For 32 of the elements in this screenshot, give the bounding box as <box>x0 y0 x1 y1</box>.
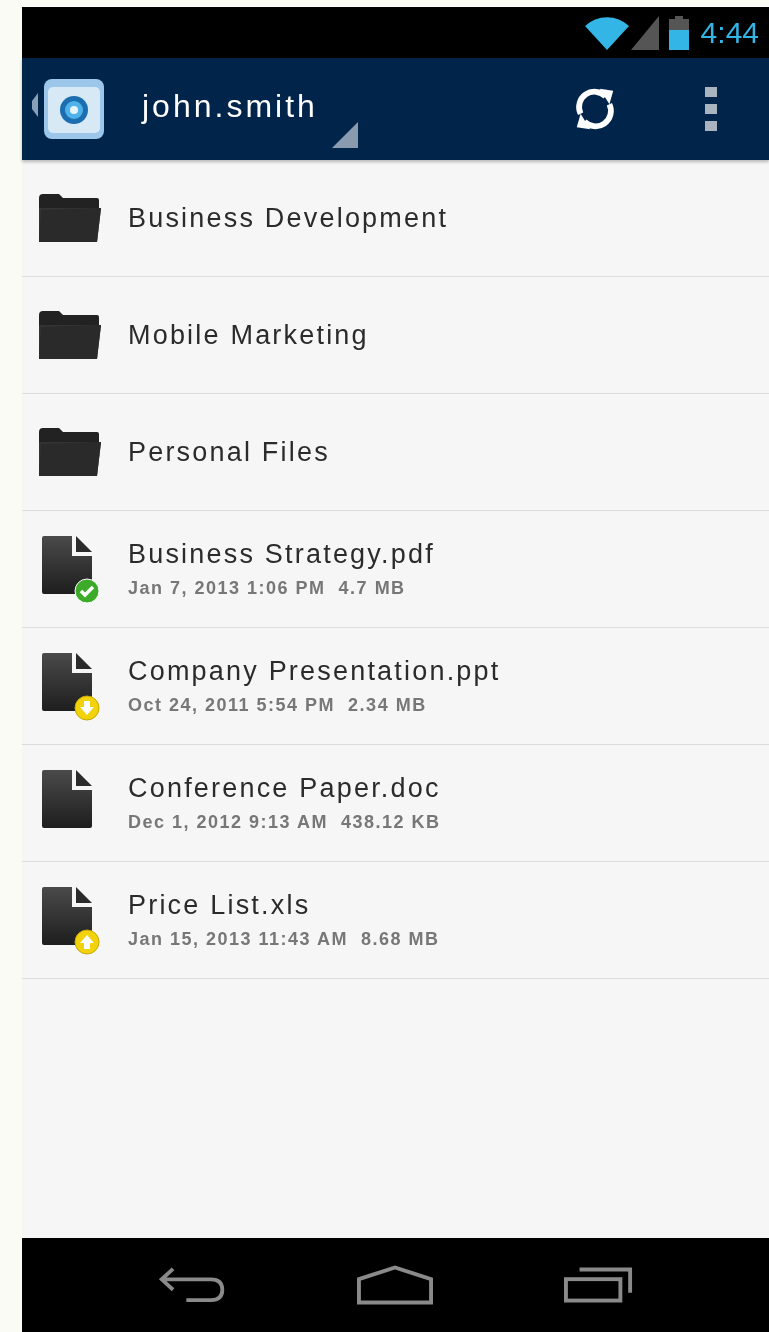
folder-row[interactable]: Personal Files <box>22 394 769 511</box>
signal-icon <box>630 15 659 50</box>
battery-icon <box>668 15 689 50</box>
file-details: Dec 1, 2012 9:13 AM 438.12 KB <box>128 812 441 833</box>
file-details: Oct 24, 2011 5:54 PM 2.34 MB <box>128 695 428 716</box>
file-row[interactable]: Price List.xls Jan 15, 2013 11:43 AM 8.68 MB <box>22 862 769 979</box>
file-name: Company Presentation.ppt <box>128 656 501 687</box>
recent-apps-icon <box>563 1267 634 1303</box>
folder-icon <box>39 428 101 476</box>
app-home-button[interactable] <box>30 77 106 141</box>
wifi-icon <box>584 15 629 50</box>
folder-icon <box>39 311 101 359</box>
file-name: Business Strategy.pdf <box>128 539 435 570</box>
file-name: Price List.xls <box>128 890 312 921</box>
account-dropdown[interactable]: john.smith <box>142 74 358 144</box>
file-details: Jan 7, 2013 1:06 PM 4.7 MB <box>128 578 407 599</box>
clock-time: 4:44 <box>700 15 759 50</box>
more-icon <box>705 87 717 131</box>
file-row[interactable]: Business Strategy.pdf Jan 7, 2013 1:06 PM 4.7 MB <box>22 511 769 628</box>
folder-name: Business Development <box>128 202 449 234</box>
file-name: Conference Paper.doc <box>128 773 441 804</box>
folder-row[interactable]: Business Development <box>22 160 769 277</box>
folder-row[interactable]: Mobile Marketing <box>22 277 769 394</box>
folder-icon <box>39 194 101 242</box>
file-details: Jan 15, 2013 11:43 AM 8.68 MB <box>128 929 440 950</box>
folder-name: Mobile Marketing <box>128 319 369 351</box>
folder-name: Personal Files <box>128 436 330 468</box>
dropdown-triangle-icon <box>331 122 358 148</box>
safe-app-icon <box>30 77 106 141</box>
home-icon <box>357 1265 434 1305</box>
file-row[interactable]: Company Presentation.ppt Oct 24, 2011 5:54 PM 2.34 MB <box>22 628 769 745</box>
file-row[interactable]: Conference Paper.doc Dec 1, 2012 9:13 AM 438.12 KB <box>22 745 769 862</box>
